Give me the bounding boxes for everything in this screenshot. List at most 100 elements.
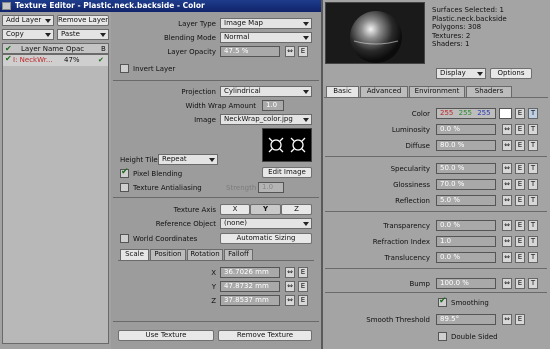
tab-position[interactable]: Position: [150, 249, 186, 260]
diffuse-arrows-icon[interactable]: ⇔: [502, 140, 512, 151]
specularity-envelope-button[interactable]: E: [515, 163, 525, 174]
smooth-threshold-envelope-button[interactable]: E: [515, 314, 525, 325]
tab-rotation[interactable]: Rotation: [187, 249, 223, 260]
paste-dropdown[interactable]: Paste: [57, 29, 109, 40]
bump-arrows-icon[interactable]: ⇔: [502, 278, 512, 289]
tab-advanced[interactable]: Advanced: [360, 86, 408, 97]
edit-image-button[interactable]: Edit Image: [262, 167, 312, 178]
translucency-envelope-button[interactable]: E: [515, 252, 525, 263]
smooth-threshold-arrows-icon[interactable]: ⇔: [502, 314, 512, 325]
use-texture-button[interactable]: Use Texture: [118, 330, 214, 341]
refraction-envelope-button[interactable]: E: [515, 236, 525, 247]
glossiness-field[interactable]: 70.0 %: [436, 179, 496, 190]
projection-dropdown[interactable]: Cylindrical: [220, 86, 312, 97]
scale-y-arrows-icon[interactable]: ⇔: [285, 281, 295, 292]
glossiness-envelope-button[interactable]: E: [515, 179, 525, 190]
tab-environment[interactable]: Environment: [409, 86, 465, 97]
specularity-field[interactable]: 50.0 %: [436, 163, 496, 174]
reflection-texture-button[interactable]: T: [528, 195, 538, 206]
scale-z-field[interactable]: 37.8537 mm: [220, 295, 280, 306]
scale-x-arrows-icon[interactable]: ⇔: [285, 267, 295, 278]
refraction-arrows-icon[interactable]: ⇔: [502, 236, 512, 247]
scale-x-envelope-button[interactable]: E: [298, 267, 308, 278]
color-texture-button[interactable]: T: [528, 108, 538, 119]
translucency-texture-button[interactable]: T: [528, 252, 538, 263]
blending-mode-dropdown[interactable]: Normal: [220, 32, 312, 43]
layer-opacity-arrows-icon[interactable]: ⇔: [285, 46, 295, 57]
height-tile-dropdown[interactable]: Repeat: [158, 154, 218, 165]
color-envelope-button[interactable]: E: [515, 108, 525, 119]
smooth-threshold-field[interactable]: 89.5°: [436, 314, 496, 325]
remove-texture-button[interactable]: Remove Texture: [218, 330, 312, 341]
check-icon[interactable]: ✔: [98, 56, 104, 64]
glossiness-arrows-icon[interactable]: ⇔: [502, 179, 512, 190]
divider: [325, 211, 547, 212]
transparency-texture-button[interactable]: T: [528, 220, 538, 231]
scale-z-arrows-icon[interactable]: ⇔: [285, 295, 295, 306]
world-coordinates-checkbox[interactable]: [120, 234, 129, 243]
reference-object-dropdown[interactable]: (none): [220, 218, 312, 229]
remove-layer-button[interactable]: Remove Layer: [57, 15, 109, 26]
pixel-blending-checkbox[interactable]: [120, 167, 129, 178]
axis-y-button[interactable]: Y: [250, 204, 281, 215]
layer-row[interactable]: ✔ I: NeckWr... 47% ✔: [3, 54, 108, 66]
refraction-index-field[interactable]: 1.0: [436, 236, 496, 247]
translucency-field[interactable]: 0.0 %: [436, 252, 496, 263]
width-wrap-field[interactable]: 1.0: [262, 100, 284, 111]
add-layer-dropdown[interactable]: Add Layer: [2, 15, 54, 26]
color-field[interactable]: 255 255 255: [436, 108, 496, 119]
scale-y-envelope-button[interactable]: E: [298, 281, 308, 292]
scale-z-envelope-button[interactable]: E: [298, 295, 308, 306]
texture-antialiasing-checkbox[interactable]: [120, 183, 129, 192]
reflection-envelope-button[interactable]: E: [515, 195, 525, 206]
transparency-label: Transparency: [383, 222, 430, 230]
transparency-envelope-button[interactable]: E: [515, 220, 525, 231]
width-wrap-label: Width Wrap Amount: [185, 102, 256, 110]
display-dropdown[interactable]: Display: [436, 68, 486, 79]
tab-basic[interactable]: Basic: [326, 86, 359, 97]
double-sided-checkbox[interactable]: [438, 332, 447, 341]
luminosity-field[interactable]: 0.0 %: [436, 124, 496, 135]
specularity-texture-button[interactable]: T: [528, 163, 538, 174]
refraction-texture-button[interactable]: T: [528, 236, 538, 247]
surface-info: Surfaces Selected: 1 Plastic.neck.backsi…: [432, 6, 507, 49]
tab-scale[interactable]: Scale: [120, 249, 149, 260]
options-button[interactable]: Options: [490, 68, 532, 79]
luminosity-texture-button[interactable]: T: [528, 124, 538, 135]
axis-x-button[interactable]: X: [220, 204, 250, 215]
scale-y-field[interactable]: 47.8732 mm: [220, 281, 280, 292]
automatic-sizing-button[interactable]: Automatic Sizing: [220, 233, 312, 244]
diffuse-envelope-button[interactable]: E: [515, 140, 525, 151]
translucency-arrows-icon[interactable]: ⇔: [502, 252, 512, 263]
diffuse-field[interactable]: 80.0 %: [436, 140, 496, 151]
luminosity-envelope-button[interactable]: E: [515, 124, 525, 135]
scale-x-label: X: [211, 269, 216, 277]
glossiness-texture-button[interactable]: T: [528, 179, 538, 190]
specularity-label: Specularity: [390, 165, 430, 173]
invert-layer-checkbox[interactable]: [120, 64, 129, 73]
specularity-arrows-icon[interactable]: ⇔: [502, 163, 512, 174]
reference-object-value: (none): [224, 219, 247, 227]
luminosity-arrows-icon[interactable]: ⇔: [502, 124, 512, 135]
axis-z-button[interactable]: Z: [281, 204, 312, 215]
display-label: Display: [440, 69, 466, 77]
bump-envelope-button[interactable]: E: [515, 278, 525, 289]
check-icon[interactable]: ✔: [5, 54, 12, 63]
transparency-arrows-icon[interactable]: ⇔: [502, 220, 512, 231]
diffuse-texture-button[interactable]: T: [528, 140, 538, 151]
copy-dropdown[interactable]: Copy: [2, 29, 54, 40]
image-dropdown[interactable]: NeckWrap_color.jpg: [220, 114, 312, 125]
layer-opacity-field[interactable]: 47.5 %: [220, 46, 280, 57]
bump-texture-button[interactable]: T: [528, 278, 538, 289]
scale-x-field[interactable]: 36.7026 mm: [220, 267, 280, 278]
reflection-arrows-icon[interactable]: ⇔: [502, 195, 512, 206]
tab-falloff[interactable]: Falloff: [224, 249, 253, 260]
layer-opacity-envelope-button[interactable]: E: [298, 46, 308, 57]
tab-shaders[interactable]: Shaders: [466, 86, 512, 97]
reflection-field[interactable]: 5.0 %: [436, 195, 496, 206]
color-swatch[interactable]: [499, 108, 512, 119]
layer-type-dropdown[interactable]: Image Map: [220, 18, 312, 29]
transparency-field[interactable]: 0.0 %: [436, 220, 496, 231]
smoothing-checkbox[interactable]: [438, 296, 447, 307]
bump-field[interactable]: 100.0 %: [436, 278, 496, 289]
